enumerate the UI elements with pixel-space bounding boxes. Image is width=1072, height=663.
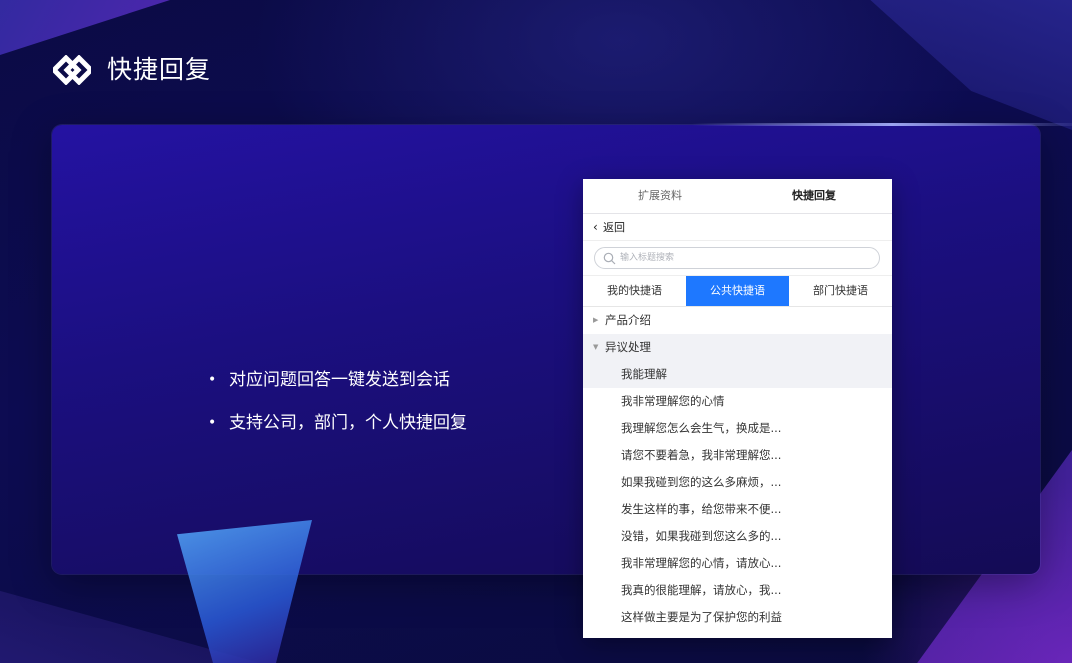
category-objection-handling[interactable]: ▼ 异议处理 bbox=[583, 334, 892, 361]
phrase-item[interactable]: 请您不要着急，我非常理解您... bbox=[583, 442, 892, 469]
search-icon bbox=[603, 252, 616, 265]
panel-glow bbox=[692, 123, 1072, 126]
phrase-item[interactable]: 我能理解 bbox=[583, 361, 892, 388]
phrase-item[interactable]: 如果我碰到您的这么多麻烦，... bbox=[583, 469, 892, 496]
category-label: 产品介绍 bbox=[605, 313, 651, 327]
double-diamond-logo-icon bbox=[53, 55, 91, 85]
phrase-item[interactable]: 没错，如果我碰到您这么多的... bbox=[583, 523, 892, 550]
search-bar bbox=[583, 241, 892, 276]
feature-item: 支持公司，部门，个人快捷回复 bbox=[208, 409, 467, 452]
tab-public-phrases[interactable]: 公共快捷语 bbox=[686, 276, 789, 306]
caret-right-icon: ▶ bbox=[593, 316, 599, 324]
back-label: 返回 bbox=[603, 221, 625, 234]
category-product-intro[interactable]: ▶ 产品介绍 bbox=[583, 307, 892, 334]
phrase-item[interactable]: 这样做主要是为了保护您的利益 bbox=[583, 604, 892, 631]
phrase-item[interactable]: 我理解您怎么会生气，换成是... bbox=[583, 415, 892, 442]
phrase-tree: ▶ 产品介绍 ▼ 异议处理 我能理解 我非常理解您的心情 我理解您怎么会生气，换成是… bbox=[583, 307, 892, 631]
caret-down-icon: ▼ bbox=[593, 343, 599, 351]
feature-list: 对应问题回答一键发送到会话 支持公司，部门，个人快捷回复 bbox=[208, 366, 467, 452]
search-box[interactable] bbox=[594, 247, 880, 269]
quick-reply-panel: 扩展资料 快捷回复 ‹ 返回 我的快捷语 公共快捷语 部门快捷语 ▶ 产品介绍 ▼ 异… bbox=[583, 179, 892, 638]
tab-my-phrases[interactable]: 我的快捷语 bbox=[583, 276, 686, 306]
phrase-item[interactable]: 我真的很能理解，请放心，我... bbox=[583, 577, 892, 604]
phrase-item[interactable]: 发生这样的事，给您带来不便... bbox=[583, 496, 892, 523]
phrase-item[interactable]: 我非常理解您的心情 bbox=[583, 388, 892, 415]
top-tab-bar: 扩展资料 快捷回复 bbox=[583, 179, 892, 214]
tab-extended-info[interactable]: 扩展资料 bbox=[583, 179, 737, 213]
tab-quick-reply[interactable]: 快捷回复 bbox=[737, 179, 891, 213]
search-input[interactable] bbox=[620, 250, 860, 266]
feature-item: 对应问题回答一键发送到会话 bbox=[208, 366, 467, 409]
phrase-item[interactable]: 我非常理解您的心情，请放心... bbox=[583, 550, 892, 577]
chevron-left-icon: ‹ bbox=[593, 220, 598, 234]
back-button[interactable]: ‹ 返回 bbox=[583, 214, 892, 241]
tab-department-phrases[interactable]: 部门快捷语 bbox=[789, 276, 892, 306]
segment-tabs: 我的快捷语 公共快捷语 部门快捷语 bbox=[583, 276, 892, 307]
category-label: 异议处理 bbox=[605, 340, 651, 354]
page-title: 快捷回复 bbox=[107, 55, 212, 84]
